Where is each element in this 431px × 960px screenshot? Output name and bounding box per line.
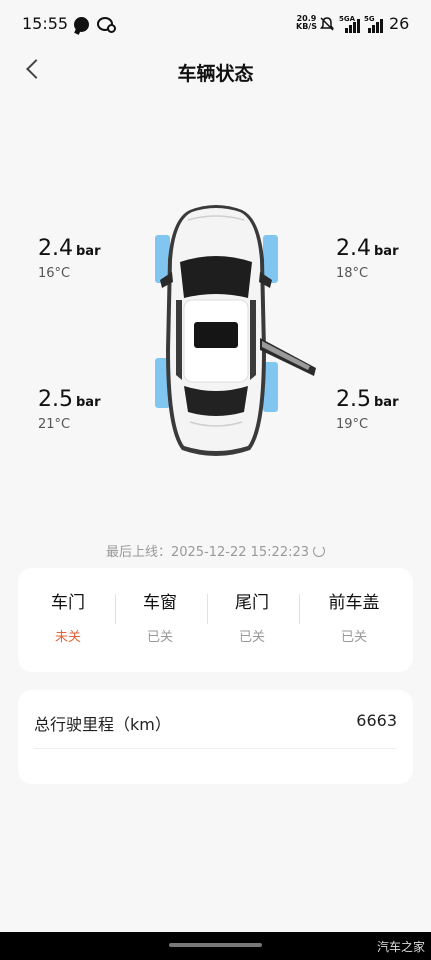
mileage-value: 6663 (356, 711, 397, 730)
tire-pressure: 2.5 (38, 387, 73, 412)
last-online-time: 最后上线：2025-12-22 15:22:23 (0, 541, 431, 560)
status-value: 已关 (340, 630, 367, 645)
pressure-unit: bar (76, 395, 101, 410)
status-time: 15:55 (22, 14, 69, 33)
pressure-unit: bar (374, 244, 399, 259)
system-nav-bar: 汽车之家 (0, 932, 431, 960)
car-top-view-illustration (155, 205, 316, 456)
tire-temperature: 16°C (38, 266, 71, 281)
status-value: 已关 (146, 630, 173, 645)
status-window[interactable]: 车窗 已关 (114, 588, 206, 645)
mileage-card: 总行驶里程（km） 6663 (18, 690, 413, 784)
tire-pressure: 2.4 (336, 236, 371, 261)
signal-icon: 5GA (339, 15, 360, 33)
status-tailgate[interactable]: 尾门 已关 (206, 588, 298, 645)
tire-pressure: 2.5 (336, 387, 371, 412)
watermark: 汽车之家 (376, 940, 425, 954)
pressure-unit: bar (374, 395, 399, 410)
chat-icon (97, 17, 116, 33)
tire-front-right: 2.4 bar 18°C (336, 236, 431, 281)
status-value: 已关 (238, 630, 265, 645)
status-value: 未关 (54, 630, 81, 645)
status-door[interactable]: 车门 未关 (22, 588, 114, 645)
message-icon (74, 17, 89, 32)
battery-level: 26 (389, 14, 410, 33)
status-hood[interactable]: 前车盖 已关 (308, 588, 400, 645)
mute-icon (320, 17, 334, 31)
divider (34, 748, 397, 749)
tire-temperature: 19°C (336, 417, 369, 432)
tire-rear-left: 2.5 bar 21°C (38, 387, 148, 432)
vehicle-status-card: 车门 未关 车窗 已关 尾门 已关 前车盖 已关 (18, 568, 413, 672)
home-indicator[interactable] (169, 943, 262, 947)
network-speed: 20.9 KB/S (296, 14, 317, 31)
status-bar: 15:55 20.9 KB/S 5GA 5G 26 (0, 0, 431, 50)
signal-icon: 5G (364, 15, 384, 33)
tire-temperature: 21°C (38, 417, 71, 432)
page-title: 车辆状态 (177, 63, 254, 85)
tire-front-left: 2.4 bar 16°C (38, 236, 148, 281)
refresh-icon[interactable] (313, 545, 326, 557)
tire-temperature: 18°C (336, 266, 369, 281)
pressure-unit: bar (76, 244, 101, 259)
mileage-label: 总行驶里程（km） (34, 715, 171, 734)
tire-rear-right: 2.5 bar 19°C (336, 387, 431, 432)
divider (299, 594, 300, 624)
tire-pressure: 2.4 (38, 236, 73, 261)
